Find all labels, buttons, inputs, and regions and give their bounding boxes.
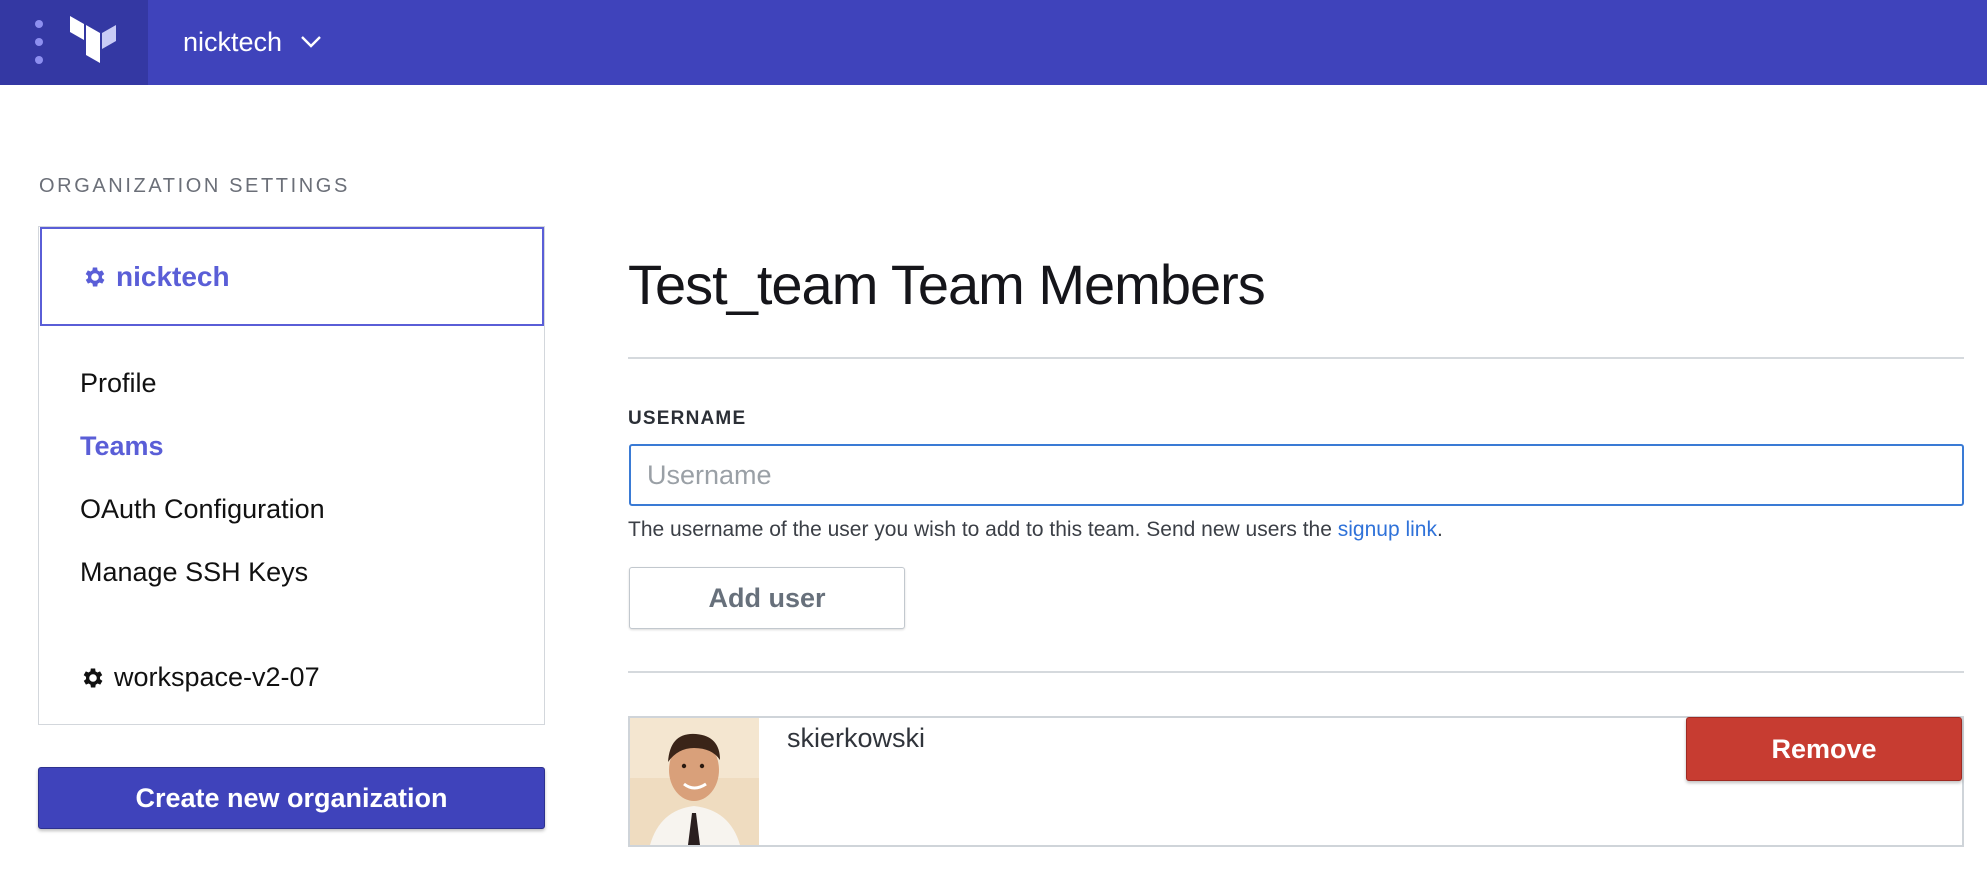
avatar <box>630 718 759 845</box>
create-organization-button[interactable]: Create new organization <box>38 767 545 829</box>
gear-icon <box>83 667 103 688</box>
chevron-down-icon <box>301 36 321 48</box>
sidebar-item-oauth-configuration[interactable]: OAuth Configuration <box>80 494 325 525</box>
sidebar-item-manage-ssh-keys[interactable]: Manage SSH Keys <box>80 557 308 588</box>
help-text-body: The username of the user you wish to add… <box>628 518 1338 541</box>
signup-link[interactable]: signup link <box>1338 518 1437 541</box>
page-title: Test_team Team Members <box>628 253 1266 316</box>
vertical-dots-icon[interactable] <box>34 20 44 64</box>
org-switcher-label: nicktech <box>183 26 283 57</box>
gear-icon <box>85 266 105 287</box>
org-switcher[interactable]: nicktech <box>183 18 322 66</box>
add-user-button[interactable]: Add user <box>629 567 905 629</box>
member-username: skierkowski <box>787 723 926 753</box>
top-nav-bar: nicktech <box>0 0 1987 85</box>
section-label: ORGANIZATION SETTINGS <box>39 175 350 197</box>
sidebar-item-teams[interactable]: Teams <box>80 431 164 462</box>
divider <box>628 357 1964 359</box>
sidebar-current-org[interactable]: nicktech <box>40 227 544 326</box>
username-field-label: USERNAME <box>628 408 747 429</box>
brand-block <box>0 0 148 85</box>
username-help-text: The username of the user you wish to add… <box>628 518 1443 542</box>
username-input[interactable] <box>629 444 1964 506</box>
help-text-suffix: . <box>1436 518 1443 541</box>
sidebar-workspace-link[interactable]: workspace-v2-07 <box>80 662 320 693</box>
current-org-label: nicktech <box>116 260 230 292</box>
remove-member-button[interactable]: Remove <box>1686 717 1962 781</box>
workspace-label: workspace-v2-07 <box>114 662 320 692</box>
divider <box>628 671 1964 673</box>
terraform-logo-icon[interactable] <box>70 16 118 64</box>
sidebar-item-profile[interactable]: Profile <box>80 368 157 399</box>
